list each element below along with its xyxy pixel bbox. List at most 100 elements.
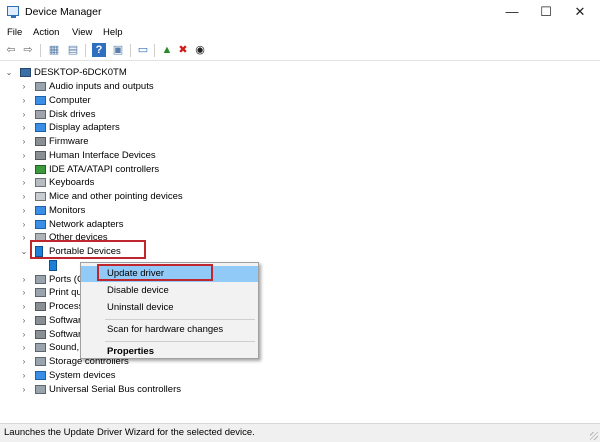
expand-arrow-icon[interactable]: › (20, 341, 28, 355)
tree-item[interactable]: › Firmware (0, 135, 600, 149)
monitor-icon (35, 205, 46, 215)
tree-item[interactable]: › Network adapters (0, 218, 600, 232)
expand-arrow-icon[interactable]: ⌄ (5, 66, 13, 80)
tree-item-label: Softwar (49, 328, 82, 340)
tree-item-label: Ports (C (49, 273, 84, 285)
menu-view[interactable]: View (72, 27, 92, 38)
menu-file[interactable]: File (7, 27, 22, 38)
expand-arrow-icon[interactable]: › (20, 314, 28, 328)
close-button[interactable]: ✕ (563, 2, 597, 22)
scan-hardware-menu-item[interactable]: Scan for hardware changes (81, 322, 258, 338)
expand-arrow-icon[interactable]: › (20, 190, 28, 204)
resize-grip-icon[interactable] (590, 432, 598, 440)
tree-item[interactable]: › Universal Serial Bus controllers (0, 383, 600, 397)
tree-item[interactable]: › IDE ATA/ATAPI controllers (0, 163, 600, 177)
expand-arrow-icon[interactable]: › (20, 383, 28, 397)
back-icon[interactable]: ⇦ (4, 43, 18, 57)
expand-arrow-icon[interactable]: › (20, 204, 28, 218)
expand-arrow-icon[interactable]: › (20, 94, 28, 108)
tree-item-label: Universal Serial Bus controllers (49, 383, 181, 395)
status-text: Launches the Update Driver Wizard for th… (4, 427, 255, 438)
expand-arrow-icon[interactable]: › (20, 176, 28, 190)
tree-item[interactable]: › Monitors (0, 204, 600, 218)
menu-bar: File Action View Help (0, 24, 600, 41)
tree-root[interactable]: ⌄ DESKTOP-6DCK0TM (0, 66, 600, 80)
toolbar-separator (85, 44, 86, 57)
tree-item-label: Network adapters (49, 218, 124, 230)
computer-icon (20, 68, 31, 77)
expand-arrow-icon[interactable]: › (20, 135, 28, 149)
tree-item[interactable]: › Disk drives (0, 108, 600, 122)
menu-action[interactable]: Action (33, 27, 59, 38)
expand-arrow-icon[interactable]: › (20, 273, 28, 287)
menu-separator (105, 341, 255, 342)
status-bar: Launches the Update Driver Wizard for th… (0, 423, 600, 442)
show-hide-icon[interactable]: ▤ (66, 43, 80, 57)
keyboard-icon (35, 178, 46, 188)
expand-arrow-icon[interactable]: › (20, 300, 28, 314)
expand-arrow-icon[interactable]: › (20, 355, 28, 369)
tree-item-label: Softwar (49, 314, 82, 326)
help-icon[interactable]: ? (92, 43, 106, 57)
firmware-icon (35, 137, 46, 146)
tree-item-label: IDE ATA/ATAPI controllers (49, 163, 160, 175)
tree-item-label: Firmware (49, 136, 89, 147)
tree-item[interactable]: › Audio inputs and outputs (0, 80, 600, 94)
expand-arrow-icon[interactable]: › (20, 80, 28, 94)
portable-device-icon (49, 259, 57, 271)
tree-item-label: Keyboards (49, 177, 95, 189)
tree-item[interactable]: › System devices (0, 369, 600, 383)
properties-menu-item[interactable]: Properties (81, 344, 258, 360)
usb-icon (35, 384, 46, 394)
uninstall-device-menu-item[interactable]: Uninstall device (81, 300, 258, 316)
expand-arrow-icon[interactable]: › (20, 286, 28, 300)
uninstall-device-icon[interactable]: ✖ (176, 43, 190, 57)
tree-item-label: Mice and other pointing devices (49, 191, 183, 202)
ide-icon (35, 164, 46, 174)
expand-arrow-icon[interactable]: › (20, 121, 28, 135)
tree-item-label: Print qu (49, 287, 82, 299)
maximize-button[interactable]: ☐ (529, 2, 563, 22)
expand-arrow-icon[interactable]: › (20, 231, 28, 245)
action-pane-icon[interactable]: ▣ (111, 43, 125, 57)
expand-arrow-icon[interactable]: › (20, 328, 28, 342)
tree-item[interactable]: › Keyboards (0, 176, 600, 190)
scan-hardware-icon[interactable]: ▭ (136, 43, 150, 57)
tree-item[interactable]: › Mice and other pointing devices (0, 190, 600, 204)
expand-arrow-icon[interactable]: › (20, 218, 28, 232)
tree-item[interactable]: › Human Interface Devices (0, 149, 600, 163)
device-manager-icon (7, 6, 19, 18)
expand-arrow-icon[interactable]: › (20, 369, 28, 383)
tree-item-label: System devices (49, 369, 116, 381)
expand-arrow-icon[interactable]: › (20, 108, 28, 122)
minimize-button[interactable]: — (495, 2, 529, 22)
properties-icon[interactable]: ▦ (47, 43, 61, 57)
disk-icon (35, 109, 46, 119)
tree-item[interactable]: › Computer (0, 94, 600, 108)
title-bar: Device Manager — ☐ ✕ (0, 0, 600, 24)
tree-item-label: Monitors (49, 204, 86, 216)
network-icon (35, 219, 46, 229)
menu-help[interactable]: Help (103, 27, 123, 38)
disable-device-menu-item[interactable]: Disable device (81, 283, 258, 299)
hid-icon (35, 150, 46, 160)
processor-icon (35, 302, 46, 311)
toolbar: ⇦ ⇨ ▦ ▤ ? ▣ ▭ ▲ ✖ ◉ (0, 41, 600, 61)
update-driver-icon[interactable]: ▲ (160, 43, 174, 57)
expand-arrow-icon[interactable]: › (20, 149, 28, 163)
sound-icon (35, 343, 46, 353)
forward-icon[interactable]: ⇨ (21, 43, 35, 57)
tree-item-label: Computer (49, 94, 91, 106)
system-icon (35, 370, 46, 380)
toolbar-separator (130, 44, 131, 57)
portable-devices-highlight (30, 240, 146, 259)
tree-item-label: Human Interface Devices (49, 149, 156, 161)
printer-icon (35, 288, 46, 298)
tree-item[interactable]: › Display adapters (0, 121, 600, 135)
collapse-arrow-icon[interactable]: ⌄ (20, 245, 28, 259)
mouse-icon (35, 192, 46, 201)
uninstall-device-label: Uninstall device (107, 302, 174, 313)
software-icon (35, 329, 46, 339)
disable-device-icon[interactable]: ◉ (193, 43, 207, 57)
expand-arrow-icon[interactable]: › (20, 163, 28, 177)
